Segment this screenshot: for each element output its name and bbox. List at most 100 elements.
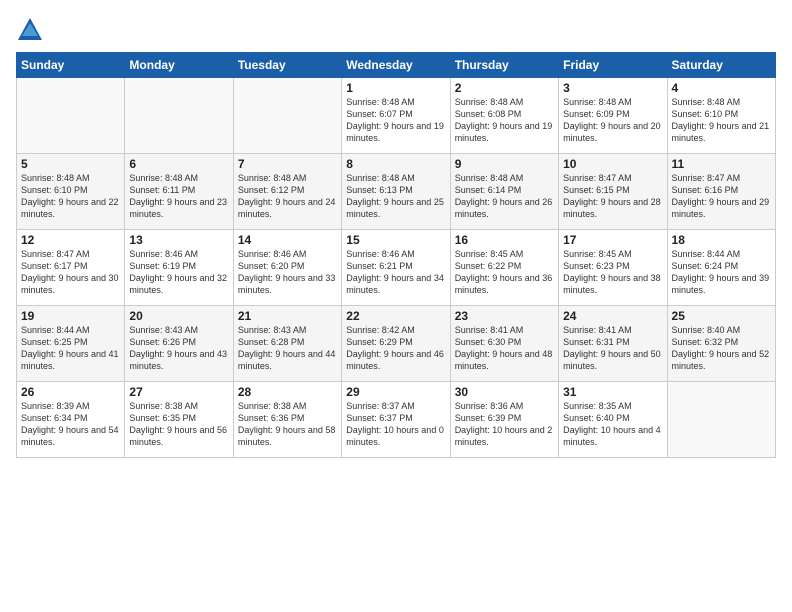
- day-number: 5: [21, 157, 120, 171]
- weekday-header: Saturday: [667, 53, 775, 78]
- day-info: Sunrise: 8:48 AM Sunset: 6:12 PM Dayligh…: [238, 172, 337, 221]
- calendar-day-cell: 16Sunrise: 8:45 AM Sunset: 6:22 PM Dayli…: [450, 230, 558, 306]
- calendar-day-cell: 20Sunrise: 8:43 AM Sunset: 6:26 PM Dayli…: [125, 306, 233, 382]
- calendar-day-cell: 18Sunrise: 8:44 AM Sunset: 6:24 PM Dayli…: [667, 230, 775, 306]
- calendar-day-cell: 17Sunrise: 8:45 AM Sunset: 6:23 PM Dayli…: [559, 230, 667, 306]
- calendar-day-cell: 31Sunrise: 8:35 AM Sunset: 6:40 PM Dayli…: [559, 382, 667, 458]
- day-number: 31: [563, 385, 662, 399]
- weekday-header: Wednesday: [342, 53, 450, 78]
- day-number: 15: [346, 233, 445, 247]
- calendar-week-row: 5Sunrise: 8:48 AM Sunset: 6:10 PM Daylig…: [17, 154, 776, 230]
- day-number: 27: [129, 385, 228, 399]
- calendar-week-row: 1Sunrise: 8:48 AM Sunset: 6:07 PM Daylig…: [17, 78, 776, 154]
- day-info: Sunrise: 8:46 AM Sunset: 6:20 PM Dayligh…: [238, 248, 337, 297]
- day-info: Sunrise: 8:47 AM Sunset: 6:17 PM Dayligh…: [21, 248, 120, 297]
- weekday-header: Thursday: [450, 53, 558, 78]
- day-info: Sunrise: 8:41 AM Sunset: 6:31 PM Dayligh…: [563, 324, 662, 373]
- day-info: Sunrise: 8:48 AM Sunset: 6:10 PM Dayligh…: [21, 172, 120, 221]
- calendar-day-cell: 23Sunrise: 8:41 AM Sunset: 6:30 PM Dayli…: [450, 306, 558, 382]
- calendar-table: SundayMondayTuesdayWednesdayThursdayFrid…: [16, 52, 776, 458]
- calendar-day-cell: 29Sunrise: 8:37 AM Sunset: 6:37 PM Dayli…: [342, 382, 450, 458]
- day-number: 20: [129, 309, 228, 323]
- day-info: Sunrise: 8:41 AM Sunset: 6:30 PM Dayligh…: [455, 324, 554, 373]
- day-info: Sunrise: 8:48 AM Sunset: 6:13 PM Dayligh…: [346, 172, 445, 221]
- calendar-day-cell: 30Sunrise: 8:36 AM Sunset: 6:39 PM Dayli…: [450, 382, 558, 458]
- day-info: Sunrise: 8:40 AM Sunset: 6:32 PM Dayligh…: [672, 324, 771, 373]
- day-info: Sunrise: 8:45 AM Sunset: 6:22 PM Dayligh…: [455, 248, 554, 297]
- calendar-day-cell: 15Sunrise: 8:46 AM Sunset: 6:21 PM Dayli…: [342, 230, 450, 306]
- day-info: Sunrise: 8:38 AM Sunset: 6:35 PM Dayligh…: [129, 400, 228, 449]
- calendar-day-cell: [233, 78, 341, 154]
- day-info: Sunrise: 8:44 AM Sunset: 6:25 PM Dayligh…: [21, 324, 120, 373]
- day-number: 14: [238, 233, 337, 247]
- calendar-day-cell: 13Sunrise: 8:46 AM Sunset: 6:19 PM Dayli…: [125, 230, 233, 306]
- day-number: 29: [346, 385, 445, 399]
- day-number: 25: [672, 309, 771, 323]
- day-info: Sunrise: 8:48 AM Sunset: 6:09 PM Dayligh…: [563, 96, 662, 145]
- day-info: Sunrise: 8:48 AM Sunset: 6:11 PM Dayligh…: [129, 172, 228, 221]
- calendar-day-cell: 25Sunrise: 8:40 AM Sunset: 6:32 PM Dayli…: [667, 306, 775, 382]
- calendar-header-row: SundayMondayTuesdayWednesdayThursdayFrid…: [17, 53, 776, 78]
- day-info: Sunrise: 8:47 AM Sunset: 6:15 PM Dayligh…: [563, 172, 662, 221]
- day-info: Sunrise: 8:47 AM Sunset: 6:16 PM Dayligh…: [672, 172, 771, 221]
- day-info: Sunrise: 8:48 AM Sunset: 6:14 PM Dayligh…: [455, 172, 554, 221]
- weekday-header: Sunday: [17, 53, 125, 78]
- weekday-header: Monday: [125, 53, 233, 78]
- day-info: Sunrise: 8:46 AM Sunset: 6:21 PM Dayligh…: [346, 248, 445, 297]
- logo-icon: [16, 16, 44, 44]
- calendar-day-cell: 11Sunrise: 8:47 AM Sunset: 6:16 PM Dayli…: [667, 154, 775, 230]
- calendar-day-cell: 12Sunrise: 8:47 AM Sunset: 6:17 PM Dayli…: [17, 230, 125, 306]
- day-number: 26: [21, 385, 120, 399]
- day-number: 23: [455, 309, 554, 323]
- page-container: SundayMondayTuesdayWednesdayThursdayFrid…: [0, 0, 792, 612]
- calendar-day-cell: 21Sunrise: 8:43 AM Sunset: 6:28 PM Dayli…: [233, 306, 341, 382]
- weekday-header: Tuesday: [233, 53, 341, 78]
- day-info: Sunrise: 8:45 AM Sunset: 6:23 PM Dayligh…: [563, 248, 662, 297]
- calendar-day-cell: 7Sunrise: 8:48 AM Sunset: 6:12 PM Daylig…: [233, 154, 341, 230]
- calendar-day-cell: 9Sunrise: 8:48 AM Sunset: 6:14 PM Daylig…: [450, 154, 558, 230]
- day-number: 2: [455, 81, 554, 95]
- calendar-day-cell: 5Sunrise: 8:48 AM Sunset: 6:10 PM Daylig…: [17, 154, 125, 230]
- day-number: 1: [346, 81, 445, 95]
- calendar-day-cell: 19Sunrise: 8:44 AM Sunset: 6:25 PM Dayli…: [17, 306, 125, 382]
- logo: [16, 16, 48, 44]
- day-info: Sunrise: 8:43 AM Sunset: 6:28 PM Dayligh…: [238, 324, 337, 373]
- day-info: Sunrise: 8:42 AM Sunset: 6:29 PM Dayligh…: [346, 324, 445, 373]
- day-info: Sunrise: 8:39 AM Sunset: 6:34 PM Dayligh…: [21, 400, 120, 449]
- day-info: Sunrise: 8:44 AM Sunset: 6:24 PM Dayligh…: [672, 248, 771, 297]
- calendar-day-cell: 28Sunrise: 8:38 AM Sunset: 6:36 PM Dayli…: [233, 382, 341, 458]
- calendar-day-cell: 3Sunrise: 8:48 AM Sunset: 6:09 PM Daylig…: [559, 78, 667, 154]
- day-number: 10: [563, 157, 662, 171]
- day-number: 30: [455, 385, 554, 399]
- day-number: 19: [21, 309, 120, 323]
- day-info: Sunrise: 8:46 AM Sunset: 6:19 PM Dayligh…: [129, 248, 228, 297]
- calendar-day-cell: [667, 382, 775, 458]
- day-info: Sunrise: 8:48 AM Sunset: 6:07 PM Dayligh…: [346, 96, 445, 145]
- day-info: Sunrise: 8:48 AM Sunset: 6:10 PM Dayligh…: [672, 96, 771, 145]
- page-header: [16, 16, 776, 44]
- day-number: 11: [672, 157, 771, 171]
- calendar-day-cell: [125, 78, 233, 154]
- day-number: 28: [238, 385, 337, 399]
- day-number: 6: [129, 157, 228, 171]
- day-info: Sunrise: 8:36 AM Sunset: 6:39 PM Dayligh…: [455, 400, 554, 449]
- day-info: Sunrise: 8:38 AM Sunset: 6:36 PM Dayligh…: [238, 400, 337, 449]
- calendar-day-cell: 26Sunrise: 8:39 AM Sunset: 6:34 PM Dayli…: [17, 382, 125, 458]
- day-number: 18: [672, 233, 771, 247]
- calendar-day-cell: 22Sunrise: 8:42 AM Sunset: 6:29 PM Dayli…: [342, 306, 450, 382]
- calendar-day-cell: 1Sunrise: 8:48 AM Sunset: 6:07 PM Daylig…: [342, 78, 450, 154]
- day-number: 9: [455, 157, 554, 171]
- day-info: Sunrise: 8:48 AM Sunset: 6:08 PM Dayligh…: [455, 96, 554, 145]
- calendar-week-row: 26Sunrise: 8:39 AM Sunset: 6:34 PM Dayli…: [17, 382, 776, 458]
- calendar-week-row: 19Sunrise: 8:44 AM Sunset: 6:25 PM Dayli…: [17, 306, 776, 382]
- day-number: 8: [346, 157, 445, 171]
- calendar-day-cell: 14Sunrise: 8:46 AM Sunset: 6:20 PM Dayli…: [233, 230, 341, 306]
- day-number: 4: [672, 81, 771, 95]
- day-info: Sunrise: 8:43 AM Sunset: 6:26 PM Dayligh…: [129, 324, 228, 373]
- day-number: 17: [563, 233, 662, 247]
- day-info: Sunrise: 8:37 AM Sunset: 6:37 PM Dayligh…: [346, 400, 445, 449]
- day-number: 24: [563, 309, 662, 323]
- day-number: 21: [238, 309, 337, 323]
- calendar-day-cell: 27Sunrise: 8:38 AM Sunset: 6:35 PM Dayli…: [125, 382, 233, 458]
- calendar-day-cell: 2Sunrise: 8:48 AM Sunset: 6:08 PM Daylig…: [450, 78, 558, 154]
